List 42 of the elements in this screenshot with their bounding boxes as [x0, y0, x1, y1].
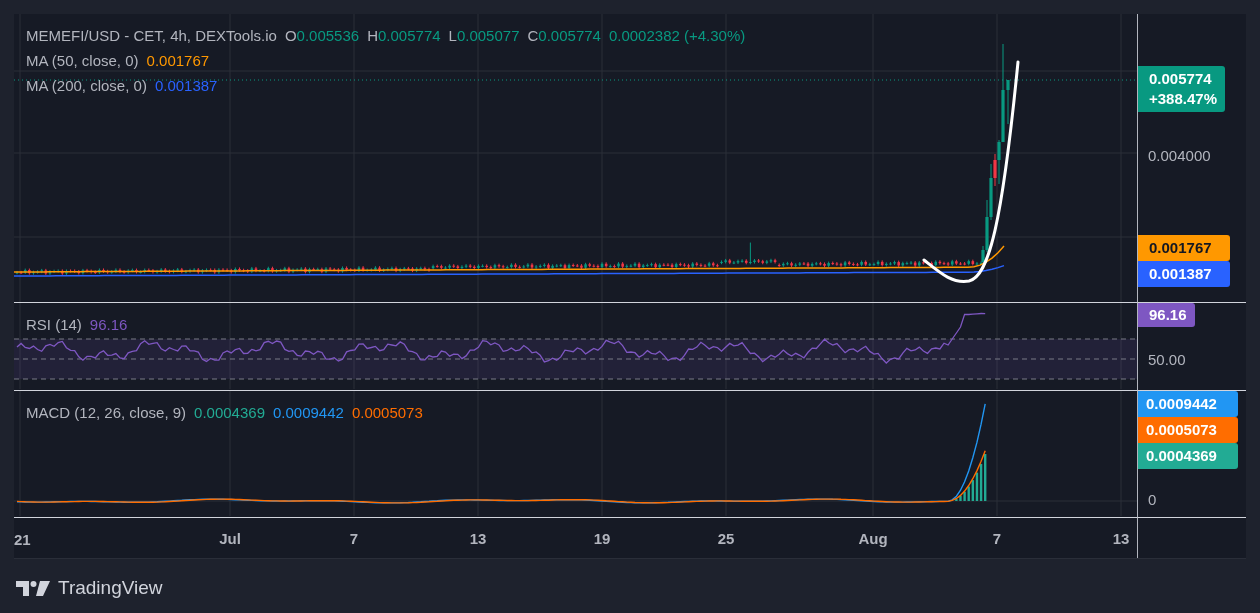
time-label: 13: [469, 530, 487, 547]
ohlc-value: 0.005774: [538, 26, 601, 46]
indicator-value: 0.001767: [146, 51, 210, 71]
price-badge: 0.005774 +388.47%: [1138, 66, 1225, 112]
indicator-value: 96.16: [89, 315, 128, 335]
time-label: 7: [349, 530, 359, 547]
indicator-value: 0.001387: [154, 76, 218, 96]
histogram-drawing: [955, 454, 987, 501]
brand-name: TradingView: [58, 577, 163, 599]
macd-badge: 0.0009442: [1138, 391, 1238, 417]
indicator-value: 0.0004369: [194, 403, 265, 423]
ohlc-key: O: [284, 25, 297, 46]
time-label: 7: [992, 530, 1002, 547]
ohlc-key: C: [527, 25, 539, 46]
price-badge: 0.001767: [1138, 235, 1230, 261]
axis-tick: 0.004000: [1148, 147, 1211, 164]
price-badge: 0.001387: [1138, 261, 1230, 287]
time-label: Jul: [219, 530, 241, 547]
logo-icon: [16, 580, 50, 596]
ohlc-key: H: [367, 25, 378, 46]
macd-badge: 0.0004369: [1138, 443, 1238, 469]
ohlc-value: 0.005077: [456, 26, 520, 46]
symbol-title: MEMEFI/USD - CET, 4h, DEXTools.io: [26, 26, 277, 46]
ohlc-key: L: [448, 25, 457, 46]
time-label: 25: [717, 530, 735, 547]
time-label: 21: [14, 530, 31, 550]
indicator-value: 0.0005073: [351, 403, 423, 423]
axis-tick: 0: [1148, 491, 1157, 508]
price-change: 0.0002382 (+4.30%): [608, 26, 746, 46]
indicator-label: MA (200, close, 0): [26, 76, 147, 96]
rsi-badge: 96.16: [1138, 303, 1195, 327]
indicator-label: MACD (12, 26, close, 9): [26, 403, 187, 423]
ohlc-value: 0.005774: [378, 26, 441, 46]
time-label: Aug: [858, 530, 888, 547]
ohlc-value: 0.005536: [296, 26, 360, 46]
indicator-label: MA (50, close, 0): [26, 51, 139, 71]
indicator-label: RSI (14): [26, 315, 82, 335]
axis-tick: 50.00: [1148, 351, 1186, 368]
macd-badge: 0.0005073: [1138, 417, 1238, 443]
indicator-value: 0.0009442: [272, 403, 344, 423]
time-label: 19: [593, 530, 611, 547]
time-label: 13: [1112, 530, 1130, 547]
